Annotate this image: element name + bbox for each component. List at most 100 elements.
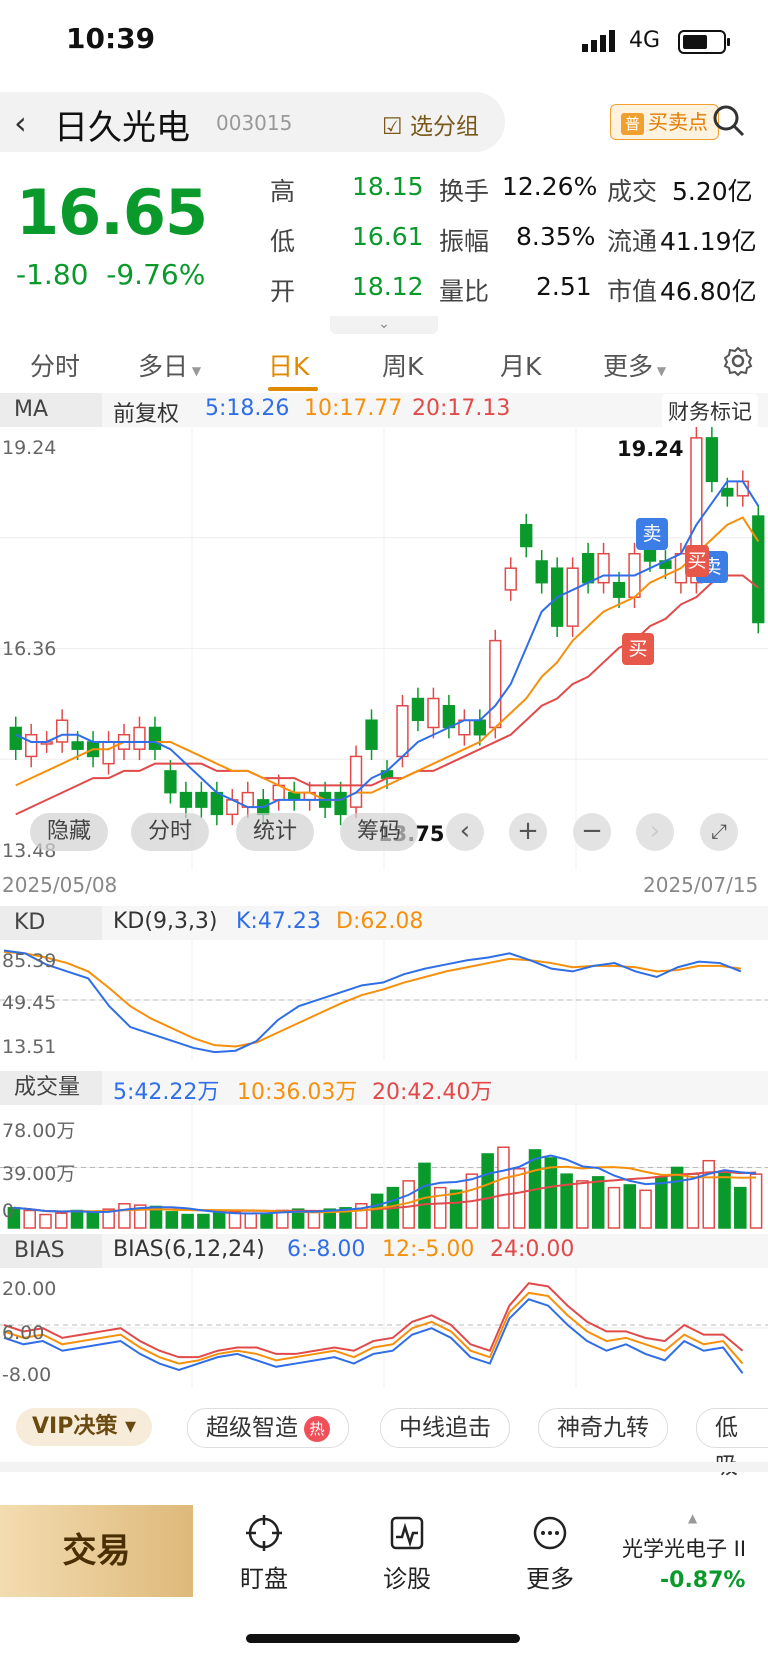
volume-bar [686, 1173, 700, 1229]
ma20-line [15, 574, 759, 816]
high-value: 18.15 [352, 172, 424, 201]
watch-label: 盯盘 [240, 1565, 288, 1593]
volume-label[interactable]: 成交量 [0, 1071, 102, 1105]
date-start: 2025/05/08 [2, 873, 118, 897]
candle-body [442, 705, 456, 729]
chip-low-buy[interactable]: 低吸 [696, 1408, 768, 1479]
zoom-in-icon[interactable]: + [509, 813, 547, 851]
volume-bar [307, 1211, 321, 1229]
volume-bar [433, 1186, 447, 1229]
fenshi-button[interactable]: 分时 [131, 813, 209, 851]
sector-name[interactable]: 光学光电子 II [622, 1533, 746, 1563]
diagnose-button[interactable]: 诊股 [357, 1505, 457, 1594]
fullscreen-icon[interactable]: ⤢ [700, 813, 738, 851]
chip-super-smart[interactable]: 超级智造热 [187, 1408, 349, 1448]
open-label: 开 [270, 277, 296, 306]
trade-button[interactable]: 交易 [0, 1505, 193, 1597]
kd-k-value: K:47.23 [236, 909, 321, 934]
candle-body [179, 791, 193, 808]
tab-week-k[interactable]: 周K [382, 347, 423, 383]
vol-y-bot: 0 [2, 1200, 15, 1222]
period-tabs: 分时 多日 ▼ 日K 周K 月K 更多 ▼ [0, 337, 768, 394]
watch-button[interactable]: 盯盘 [214, 1505, 314, 1594]
buy-sell-point-button[interactable]: 普买卖点 [610, 104, 720, 140]
volume-chart[interactable] [0, 1105, 768, 1230]
kd-y-bot: 13.51 [2, 1036, 57, 1058]
kd-chart[interactable] [0, 940, 768, 1060]
volume-bar [512, 1168, 526, 1229]
open-value: 18.12 [352, 272, 424, 301]
kd-k-line [3, 949, 742, 1054]
ma-label[interactable]: MA [0, 393, 102, 427]
add-group-button[interactable]: ☑ 选分组 [382, 107, 479, 141]
volume-bar [481, 1153, 494, 1229]
bias-chart[interactable] [0, 1268, 768, 1388]
volume-bar [639, 1189, 652, 1229]
volume-bar [702, 1159, 716, 1229]
hide-button[interactable]: 隐藏 [30, 813, 108, 851]
bias24-value: 24:0.00 [490, 1237, 575, 1262]
back-icon[interactable]: ‹ [14, 104, 27, 142]
kd-indicator-bar: KD KD(9,3,3) K:47.23 D:62.08 [0, 906, 768, 940]
vol-ma20: 20:42.40万 [372, 1080, 493, 1105]
tab-more[interactable]: 更多 ▼ [603, 347, 666, 383]
amount-label: 成交 [607, 177, 658, 206]
volume-bar [54, 1212, 68, 1229]
candle-body [195, 791, 208, 808]
bias-y-top: 20.00 [2, 1278, 57, 1300]
tab-day-k[interactable]: 日K [268, 347, 309, 383]
tab-fenshi[interactable]: 分时 [30, 347, 80, 383]
amount-value: 5.20亿 [672, 177, 753, 206]
vip-decision-button[interactable]: VIP决策 ▾ [16, 1408, 153, 1446]
zoom-out-icon[interactable]: − [573, 813, 611, 851]
sell-signal-marker[interactable]: 卖 [636, 518, 668, 550]
search-icon[interactable] [712, 104, 746, 138]
volume-bar [718, 1170, 731, 1229]
gear-icon[interactable] [722, 345, 754, 377]
more-label: 更多 [526, 1565, 574, 1593]
tab-month-k[interactable]: 月K [500, 347, 541, 383]
chips-button[interactable]: 筹码 [340, 813, 418, 851]
scroll-right-icon[interactable]: › [636, 813, 674, 851]
stats-button[interactable]: 统计 [236, 813, 314, 851]
expand-chevron-icon[interactable]: ⌄ [330, 316, 438, 334]
volume-bar [86, 1211, 100, 1229]
bias12-value: 12:-5.00 [382, 1237, 475, 1262]
ma-indicator-bar: MA 前复权 5:18.26 10:17.77 20:17.13 [0, 393, 768, 427]
float-cap-value: 41.19亿 [660, 227, 757, 256]
period-high-label: 19.24 [617, 437, 684, 461]
candle-body [55, 719, 69, 743]
volume-bar [734, 1186, 747, 1229]
chip-midline-chase[interactable]: 中线追击 [380, 1408, 510, 1448]
vol-ma10: 10:36.03万 [237, 1080, 358, 1105]
volume-bar [212, 1212, 226, 1229]
volume-indicator-bar: 成交量 5:42.22万 10:36.03万 20:42.40万 [0, 1071, 768, 1105]
buy-sell-point-label: 买卖点 [648, 110, 709, 134]
candle-body [489, 639, 502, 729]
amplitude-label: 振幅 [439, 227, 490, 256]
adjust-mode[interactable]: 前复权 [113, 396, 179, 428]
candle-body [71, 741, 84, 750]
buy-signal-marker[interactable]: 买 [685, 545, 709, 577]
change-amount: -1.80 [16, 258, 89, 291]
chip-magic-nine[interactable]: 神奇九转 [538, 1408, 668, 1448]
ma10-value: 10:17.77 [304, 396, 403, 421]
kd-label[interactable]: KD [0, 906, 102, 940]
bias-label[interactable]: BIAS [0, 1234, 102, 1268]
finance-marker-button[interactable]: 财务标记 [662, 394, 758, 428]
more-button[interactable]: 更多 [500, 1505, 600, 1594]
tab-multi-day-label: 多日 [138, 352, 189, 381]
volume-bar [449, 1189, 463, 1229]
candle-body [566, 567, 579, 627]
candle-body [597, 552, 610, 584]
tab-multi-day[interactable]: 多日 ▼ [138, 347, 201, 383]
diagnose-label: 诊股 [383, 1565, 431, 1593]
more-dots-icon [533, 1516, 567, 1550]
volume-bar [418, 1162, 431, 1229]
vol-ratio-label: 量比 [439, 277, 490, 306]
kd-y-top: 85.39 [2, 950, 57, 972]
scroll-left-icon[interactable]: ‹ [446, 813, 484, 851]
bias24-line [3, 1282, 744, 1359]
candle-body [752, 515, 765, 624]
buy-signal-marker[interactable]: 买 [622, 633, 654, 665]
